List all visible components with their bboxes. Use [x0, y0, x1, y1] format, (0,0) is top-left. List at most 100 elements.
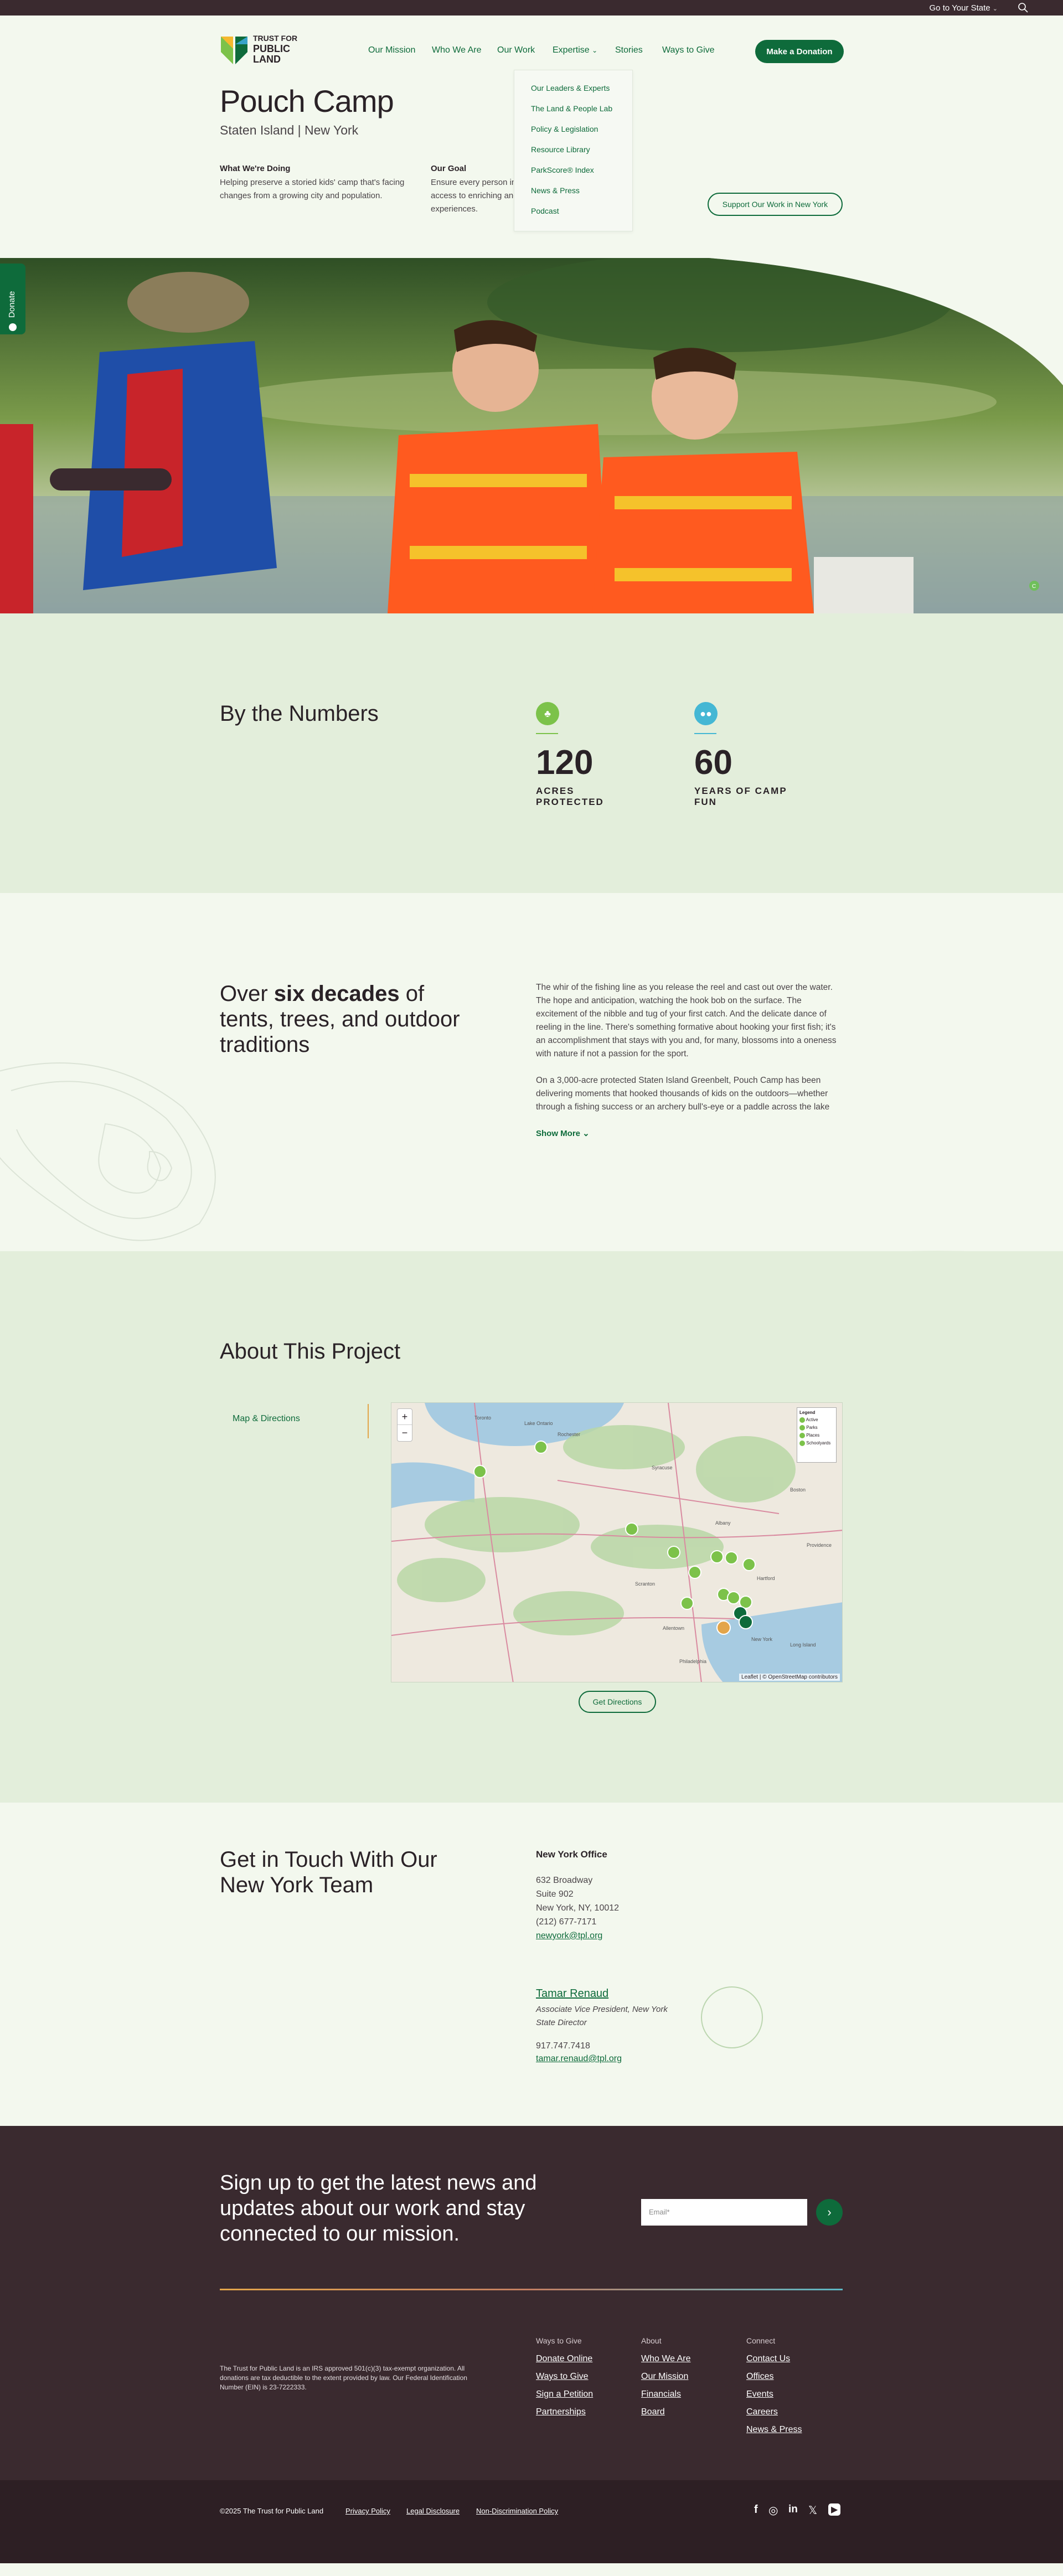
logo-text-line1: TRUST FOR: [253, 34, 298, 43]
show-more-link[interactable]: Show More ⌄: [536, 1128, 590, 1138]
footer-link[interactable]: Ways to Give: [536, 2372, 593, 2382]
menu-item-policy[interactable]: Policy & Legislation: [531, 125, 598, 133]
stat-years: ●● 60 YEARS OF CAMP FUN: [694, 702, 787, 808]
page-title: Pouch Camp: [220, 84, 394, 118]
office-email-link[interactable]: newyork@tpl.org: [536, 1931, 602, 1940]
footer-link[interactable]: Partnerships: [536, 2407, 593, 2417]
zoom-out-button[interactable]: −: [398, 1425, 412, 1441]
logo-text-line3: LAND: [253, 54, 281, 65]
svg-text:Boston: Boston: [790, 1487, 806, 1493]
stat-acres: ♣ 120 ACRES PROTECTED: [536, 702, 604, 808]
office-address: 632 Broadway Suite 902 New York, NY, 10012…: [536, 1876, 620, 1940]
hero-photo: C: [0, 258, 1063, 613]
signup-submit-button[interactable]: ›: [816, 2199, 843, 2226]
footer-col-connect: Connect Contact Us Offices Events Career…: [746, 2336, 802, 2443]
legal-link[interactable]: Legal Disclosure: [406, 2507, 460, 2515]
people-icon: ●●: [694, 702, 718, 725]
footer-link[interactable]: Financials: [641, 2389, 691, 2399]
footer-link[interactable]: Events: [746, 2389, 802, 2399]
menu-item-parkscore[interactable]: ParkScore® Index: [531, 166, 594, 174]
contact-section: Get in Touch With Our New York Team New …: [0, 1803, 1063, 2126]
footer-link[interactable]: Careers: [746, 2407, 802, 2417]
menu-item-news[interactable]: News & Press: [531, 186, 580, 195]
support-button[interactable]: Support Our Work in New York: [708, 193, 843, 216]
bottom-bar: ©2025 The Trust for Public Land Privacy …: [0, 2480, 1063, 2563]
x-icon[interactable]: 𝕏: [808, 2503, 817, 2517]
nondiscrimination-link[interactable]: Non-Discrimination Policy: [476, 2507, 558, 2515]
get-directions-button[interactable]: Get Directions: [579, 1691, 656, 1713]
linkedin-icon[interactable]: in: [788, 2503, 798, 2516]
story-paragraph-1: The whir of the fishing line as you rele…: [536, 983, 837, 1059]
footer-link[interactable]: Offices: [746, 2372, 802, 2382]
svg-text:Rochester: Rochester: [558, 1432, 580, 1437]
tab-map-directions[interactable]: Map & Directions: [233, 1414, 300, 1424]
svg-text:Hartford: Hartford: [757, 1576, 775, 1581]
nav-stories[interactable]: Stories: [615, 45, 643, 55]
svg-text:Allentown: Allentown: [663, 1625, 684, 1631]
menu-item-lab[interactable]: The Land & People Lab: [531, 104, 612, 113]
menu-item-resources[interactable]: Resource Library: [531, 145, 590, 154]
logo-text-line2: PUBLIC: [253, 43, 290, 54]
goal-label: Our Goal: [431, 164, 467, 173]
footer-link[interactable]: Board: [641, 2407, 691, 2417]
nav-expertise[interactable]: Expertise ⌄: [553, 45, 597, 55]
footer-col-give: Ways to Give Donate Online Ways to Give …: [536, 2336, 593, 2425]
youtube-icon[interactable]: ▶: [828, 2503, 841, 2516]
map-canvas: Lake Ontario Syracuse Albany Boston Scra…: [391, 1403, 842, 1682]
privacy-link[interactable]: Privacy Policy: [345, 2507, 390, 2515]
facebook-icon[interactable]: f: [754, 2503, 758, 2516]
instagram-icon[interactable]: ◎: [768, 2503, 778, 2517]
footer-col-title: Connect: [746, 2336, 776, 2345]
footer-divider: [220, 2289, 843, 2290]
nav-expertise-label: Expertise: [553, 45, 590, 55]
svg-text:Philadelphia: Philadelphia: [679, 1659, 706, 1664]
logo[interactable]: TRUST FOR PUBLIC LAND: [220, 32, 314, 69]
footer-link[interactable]: Sign a Petition: [536, 2389, 593, 2399]
map-zoom-control: + −: [397, 1408, 412, 1442]
nav-our-mission[interactable]: Our Mission: [368, 45, 415, 55]
menu-item-podcast[interactable]: Podcast: [531, 207, 559, 215]
footer-link[interactable]: Who We Are: [641, 2354, 691, 2364]
svg-text:Providence: Providence: [807, 1542, 832, 1548]
logo-mark-icon: [221, 37, 247, 64]
doing-label: What We're Doing: [220, 164, 291, 173]
nav-our-work[interactable]: Our Work: [497, 45, 535, 55]
expertise-dropdown: Our Leaders & Experts The Land & People …: [514, 70, 633, 231]
footer-link[interactable]: Our Mission: [641, 2372, 691, 2382]
stat-label: YEARS OF CAMP FUN: [694, 786, 787, 807]
donate-side-tab[interactable]: Donate: [0, 264, 25, 334]
story-heading: Over six decades of tents, trees, and ou…: [220, 982, 460, 1057]
footer-col-title: About: [641, 2336, 662, 2345]
person-name-link[interactable]: Tamar Renaud: [536, 1988, 608, 2000]
map-attribution[interactable]: Leaflet | © OpenStreetMap contributors: [739, 1674, 840, 1681]
copyright: ©2025 The Trust for Public Land: [220, 2507, 324, 2515]
search-icon[interactable]: [1018, 2, 1029, 13]
stat-value: 60: [694, 744, 732, 782]
footer-link[interactable]: Contact Us: [746, 2354, 802, 2364]
tree-icon: ♣: [536, 702, 559, 725]
nav-ways-to-give[interactable]: Ways to Give: [662, 45, 715, 55]
state-selector[interactable]: Go to Your State ⌄: [930, 3, 998, 13]
office-title: New York Office: [536, 1849, 607, 1860]
legal-text: The Trust for Public Land is an IRS appr…: [220, 2365, 467, 2391]
about-heading: About This Project: [220, 1339, 401, 1364]
project-map[interactable]: Lake Ontario Syracuse Albany Boston Scra…: [391, 1402, 843, 1682]
footer-link[interactable]: Donate Online: [536, 2354, 593, 2364]
nav-who-we-are[interactable]: Who We Are: [432, 45, 482, 55]
numbers-section: By the Numbers ♣ 120 ACRES PROTECTED ●● 6…: [0, 613, 1063, 893]
email-field[interactable]: Email*: [641, 2199, 807, 2226]
make-donation-button[interactable]: Make a Donation: [755, 40, 844, 63]
footer-col-title: Ways to Give: [536, 2336, 582, 2345]
person-title: Associate Vice President, New York State …: [536, 2005, 668, 2027]
chevron-down-icon: ⌄: [992, 6, 998, 12]
menu-item-leaders[interactable]: Our Leaders & Experts: [531, 84, 610, 92]
svg-text:New York: New York: [751, 1637, 773, 1642]
svg-text:Toronto: Toronto: [474, 1415, 491, 1421]
person-email-link[interactable]: tamar.renaud@tpl.org: [536, 2054, 622, 2064]
zoom-in-button[interactable]: +: [398, 1409, 412, 1425]
contact-heading: Get in Touch With Our New York Team: [220, 1847, 437, 1897]
photo-credit-icon: C: [1032, 584, 1036, 590]
footer-link[interactable]: News & Press: [746, 2425, 802, 2435]
footer-col-about: About Who We Are Our Mission Financials …: [641, 2336, 691, 2425]
state-selector-label: Go to Your State: [929, 3, 990, 13]
